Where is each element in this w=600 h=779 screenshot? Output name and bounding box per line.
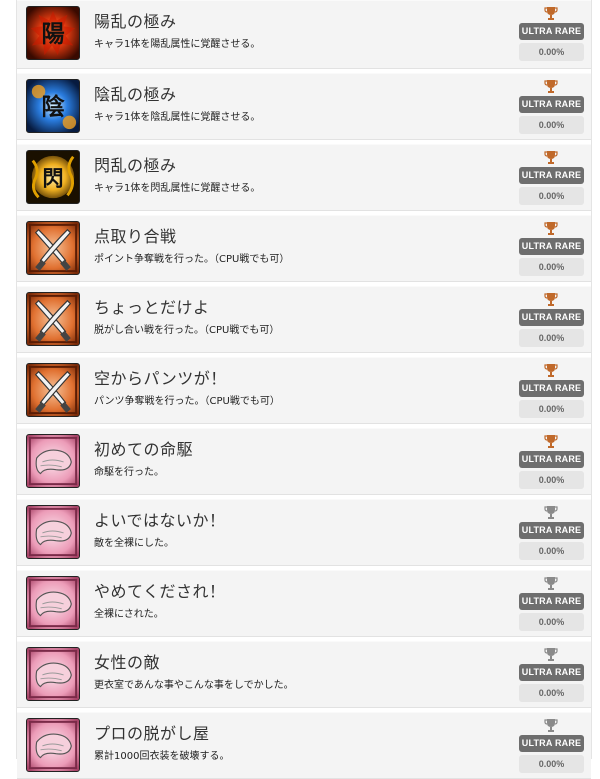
achievement-title: ちょっとだけよ xyxy=(94,298,210,317)
achievement-row[interactable]: ちょっとだけよ脱がし合い戦を行った。（CPU戦でも可） ULTRA RARE 0.0… xyxy=(17,286,591,353)
pink-cloth-icon xyxy=(26,647,80,701)
pink-cloth-icon xyxy=(26,505,80,559)
achievement-title: 閃乱の極み xyxy=(94,156,177,175)
silver-trophy-icon xyxy=(544,576,558,591)
pink-cloth-icon xyxy=(26,718,80,772)
svg-text:閃: 閃 xyxy=(42,166,63,191)
unlock-percent: 0.00% xyxy=(519,400,584,418)
achievement-title: 点取り合戦 xyxy=(94,227,177,246)
unlock-percent: 0.00% xyxy=(519,613,584,631)
pink-cloth-icon xyxy=(26,434,80,488)
silver-trophy-icon xyxy=(544,647,558,662)
achievement-title: よいではないか！ xyxy=(94,511,226,530)
bronze-trophy-icon xyxy=(544,150,558,165)
unlock-percent: 0.00% xyxy=(519,258,584,276)
silver-trophy-icon xyxy=(544,505,558,520)
bronze-trophy-icon xyxy=(544,434,558,449)
pink-cloth-icon xyxy=(26,576,80,630)
rarity-badge: ULTRA RARE xyxy=(519,96,584,113)
achievement-row[interactable]: 女性の敵更衣室であんな事やこんな事をしでかした。 ULTRA RARE 0.00% xyxy=(17,641,591,708)
achievement-row[interactable]: プロの脱がし屋累計1000回衣装を破壊する。 ULTRA RARE 0.00% xyxy=(17,712,591,779)
svg-text:陰: 陰 xyxy=(41,94,65,121)
achievement-description: 更衣室であんな事やこんな事をしでかした。 xyxy=(94,680,294,691)
achievement-description: 敵を全裸にした。 xyxy=(94,538,174,549)
achievement-description: キャラ1体を閃乱属性に覚醒させる。 xyxy=(94,183,261,194)
achievement-description: 全裸にされた。 xyxy=(94,609,164,620)
achievement-row[interactable]: 陽 陽乱の極みキャラ1体を陽乱属性に覚醒させる。 ULTRA RARE 0.00% xyxy=(17,0,591,69)
achievement-title: 陽乱の極み xyxy=(94,12,177,31)
crossed-swords-icon xyxy=(26,363,80,417)
achievement-row[interactable]: 陰 陰乱の極みキャラ1体を陰乱属性に覚醒させる。 ULTRA RARE 0.00% xyxy=(17,73,591,140)
bronze-trophy-icon xyxy=(544,363,558,378)
crossed-swords-icon xyxy=(26,292,80,346)
crossed-swords-icon xyxy=(26,221,80,275)
rarity-badge: ULTRA RARE xyxy=(519,735,584,752)
rarity-badge: ULTRA RARE xyxy=(519,167,584,184)
unlock-percent: 0.00% xyxy=(519,755,584,773)
bronze-trophy-icon xyxy=(544,292,558,307)
rarity-badge: ULTRA RARE xyxy=(519,664,584,681)
achievement-description: ポイント争奪戦を行った。（CPU戦でも可） xyxy=(94,254,290,265)
unlock-percent: 0.00% xyxy=(519,542,584,560)
rarity-badge: ULTRA RARE xyxy=(519,238,584,255)
unlock-percent: 0.00% xyxy=(519,116,584,134)
achievement-title: 空からパンツが！ xyxy=(94,369,227,388)
rarity-badge: ULTRA RARE xyxy=(519,309,584,326)
achievement-row[interactable]: 初めての命駆命駆を行った。 ULTRA RARE 0.00% xyxy=(17,428,591,495)
achievement-title: 女性の敵 xyxy=(94,653,161,672)
rarity-badge: ULTRA RARE xyxy=(519,593,584,610)
achievement-description: パンツ争奪戦を行った。（CPU戦でも可） xyxy=(94,396,280,407)
achievement-title: やめてくだされ！ xyxy=(94,582,226,601)
achievement-title: 陰乱の極み xyxy=(94,85,177,104)
unlock-percent: 0.00% xyxy=(519,43,584,61)
unlock-percent: 0.00% xyxy=(519,471,584,489)
achievement-row[interactable]: 閃 閃乱の極みキャラ1体を閃乱属性に覚醒させる。 ULTRA RARE 0.00% xyxy=(17,144,591,211)
rarity-badge: ULTRA RARE xyxy=(519,451,584,468)
achievement-title: 初めての命駆 xyxy=(94,440,194,459)
achievement-list: 陽陽乱の極み キャラ1体を陽乱属性に覚醒させる。 ULTRA RARE 0.00% 陰陰… xyxy=(16,0,592,779)
bronze-trophy-icon xyxy=(544,79,558,94)
achievement-description: キャラ1体を陰乱属性に覚醒させる。 xyxy=(94,112,261,123)
achievement-row[interactable]: よいではないか！ 敵を全裸にした。 ULTRA RARE 0.00% xyxy=(17,499,591,566)
bronze-trophy-icon xyxy=(544,221,558,236)
achievement-title: プロの脱がし屋 xyxy=(94,724,210,743)
achievement-description: 脱がし合い戦を行った。（CPU戦でも可） xyxy=(94,325,280,336)
flash-kanji-icon: 閃 xyxy=(26,150,80,204)
svg-text:陽: 陽 xyxy=(41,22,64,48)
unlock-percent: 0.00% xyxy=(519,684,584,702)
rarity-badge: ULTRA RARE xyxy=(519,23,584,40)
rarity-badge: ULTRA RARE xyxy=(519,522,584,539)
achievement-row[interactable]: 点取り合戦ポイント争奪戦を行った。（CPU戦でも可） ULTRA RARE 0.00… xyxy=(17,215,591,282)
silver-trophy-icon xyxy=(544,718,558,733)
achievement-row[interactable]: やめてくだされ！ 全裸にされた。 ULTRA RARE 0.00% xyxy=(17,570,591,637)
achievement-description: キャラ1体を陽乱属性に覚醒させる。 xyxy=(94,39,261,50)
bronze-trophy-icon xyxy=(544,6,558,21)
yang-kanji-icon: 陽 xyxy=(26,6,80,60)
achievement-description: 累計1000回衣装を破壊する。 xyxy=(94,751,230,762)
rarity-badge: ULTRA RARE xyxy=(519,380,584,397)
yin-kanji-icon: 陰 xyxy=(26,79,80,133)
unlock-percent: 0.00% xyxy=(519,329,584,347)
achievement-row[interactable]: 空からパンツが！ パンツ争奪戦を行った。（CPU戦でも可） ULTRA RARE 0.… xyxy=(17,357,591,424)
achievement-description: 命駆を行った。 xyxy=(94,467,164,478)
unlock-percent: 0.00% xyxy=(519,187,584,205)
